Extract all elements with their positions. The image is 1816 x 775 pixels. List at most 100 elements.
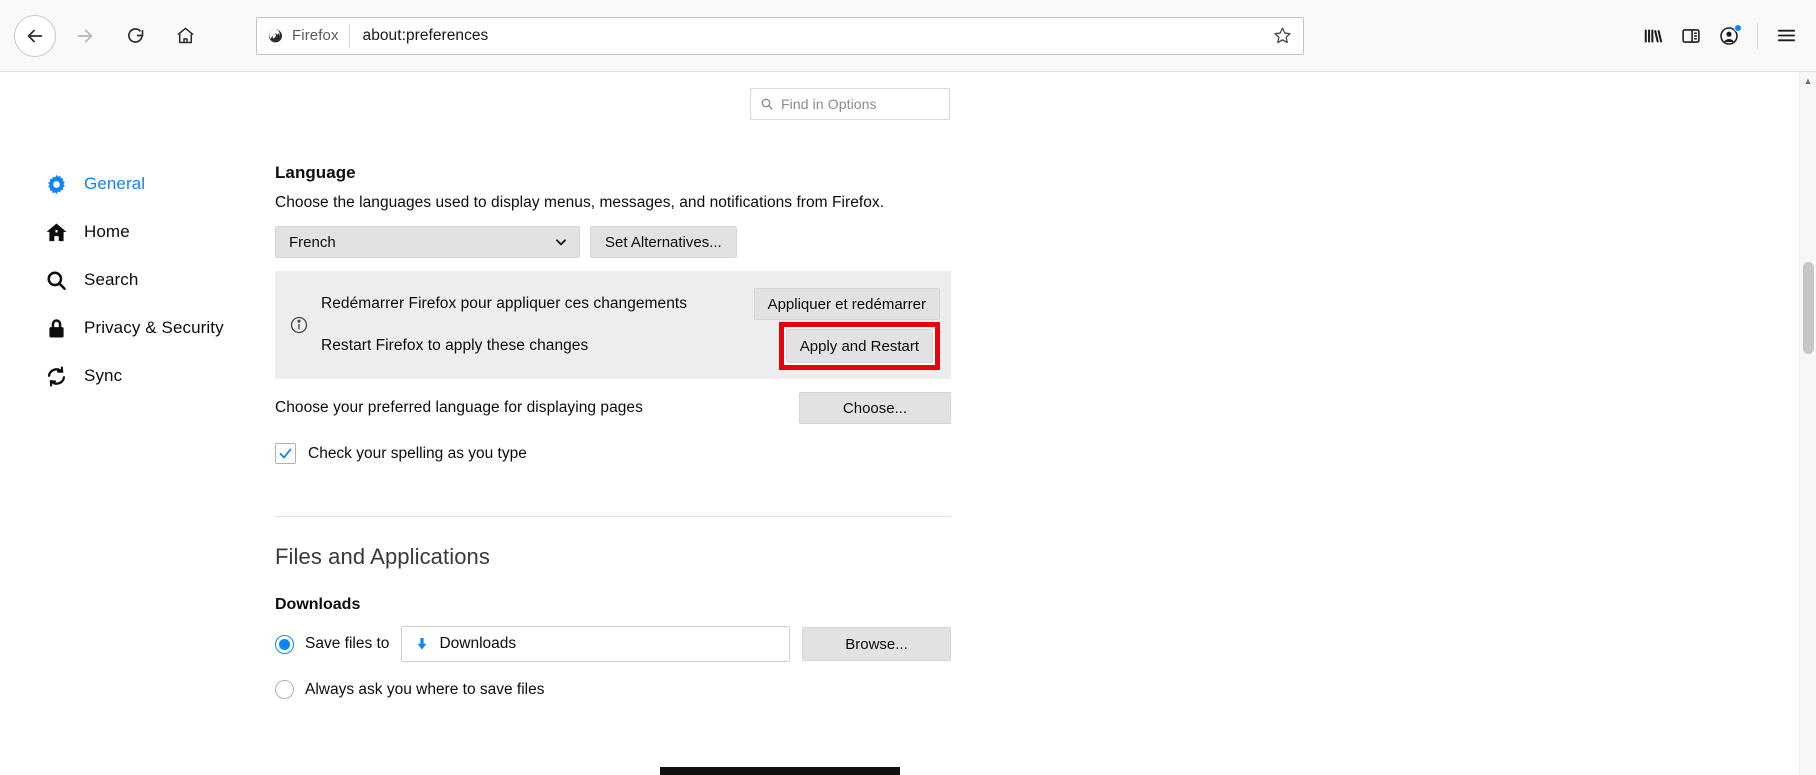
search-placeholder: Find in Options [781, 96, 877, 112]
always-ask-label: Always ask you where to save files [305, 680, 545, 698]
restart-notice-line-en: Restart Firefox to apply these changes A… [321, 322, 940, 370]
preferences-content: Find in Options Language Choose the lang… [275, 72, 1816, 775]
section-divider [275, 516, 951, 517]
download-path-text: Downloads [439, 635, 517, 652]
restart-message-fr: Redémarrer Firefox pour appliquer ces ch… [321, 295, 688, 312]
language-select-value: French [289, 233, 336, 251]
navigation-buttons [14, 14, 206, 57]
info-glyph [290, 316, 308, 334]
hamburger-menu-icon [1777, 29, 1795, 42]
bottom-edge-bar [660, 767, 900, 775]
magnifier-glyph [46, 270, 66, 290]
checkmark-icon [279, 448, 292, 459]
app-menu-button[interactable] [1768, 18, 1804, 54]
home-button[interactable] [164, 15, 206, 57]
download-arrow-icon [418, 638, 427, 650]
account-notification-badge [1734, 23, 1742, 32]
home-icon [176, 27, 194, 44]
lock-glyph [48, 318, 64, 338]
back-button[interactable] [14, 14, 56, 57]
identity-box[interactable]: Firefox [267, 23, 350, 48]
forward-button[interactable] [64, 15, 106, 57]
restart-notice-lines: Redémarrer Firefox pour appliquer ces ch… [321, 283, 940, 370]
info-icon [289, 315, 309, 335]
spellcheck-row[interactable]: Check your spelling as you type [275, 443, 951, 464]
reload-icon [127, 28, 143, 43]
forward-arrow-icon [77, 29, 93, 42]
gear-glyph [47, 174, 65, 194]
restart-notice-bar: Redémarrer Firefox pour appliquer ces ch… [275, 271, 951, 379]
page-scrollbar[interactable]: ▲ [1799, 72, 1816, 775]
save-files-label: Save files to [305, 635, 390, 652]
sidebar-item-search[interactable]: Search [0, 256, 275, 304]
search-input[interactable]: Find in Options [750, 88, 950, 120]
language-controls-row: French Set Alternatives... [275, 226, 951, 258]
toolbar-separator [1757, 22, 1758, 49]
apply-and-restart-highlight: Apply and Restart [778, 322, 940, 370]
files-and-applications-heading: Files and Applications [275, 544, 490, 569]
sidebar-item-sync[interactable]: Sync [0, 352, 275, 400]
search-icon [761, 98, 773, 110]
sidebar-item-general[interactable]: General [0, 160, 275, 208]
address-bar[interactable]: Firefox about:preferences [256, 16, 1304, 55]
scroll-up-arrow[interactable]: ▲ [1800, 72, 1816, 89]
language-pane: Language Choose the languages used to di… [275, 163, 951, 699]
sidebar-item-privacy-security[interactable]: Privacy & Security [0, 304, 275, 352]
save-files-radio[interactable] [275, 634, 294, 654]
home-glyph [46, 222, 66, 241]
download-path-field[interactable]: Downloads [401, 626, 791, 662]
language-select[interactable]: French [275, 226, 580, 258]
language-description: Choose the languages used to display men… [275, 194, 885, 211]
firefox-logo-icon [268, 29, 283, 43]
spellcheck-label: Check your spelling as you type [308, 444, 527, 462]
sidebar-icon [1682, 28, 1700, 43]
scrollbar-thumb[interactable] [1803, 262, 1814, 354]
library-button[interactable] [1635, 18, 1671, 54]
browser-toolbar: Firefox about:preferences [0, 0, 1816, 72]
always-ask-radio[interactable] [275, 680, 294, 699]
back-arrow-icon [27, 29, 43, 42]
lock-icon [44, 316, 68, 340]
apply-and-restart-label-fr: Appliquer et redémarrer [767, 295, 926, 313]
preferred-language-row: Choose your preferred language for displ… [275, 392, 951, 424]
browse-label: Browse... [845, 635, 908, 653]
restart-notice-line-fr: Redémarrer Firefox pour appliquer ces ch… [321, 283, 940, 325]
library-icon [1644, 29, 1663, 42]
sidebar-toggle-button[interactable] [1673, 18, 1709, 54]
address-bar-container: Firefox about:preferences [256, 16, 1304, 55]
radio-dot [279, 638, 290, 650]
account-button[interactable] [1711, 18, 1747, 54]
star-icon [1273, 27, 1291, 44]
url-text[interactable]: about:preferences [350, 27, 1269, 45]
reload-button[interactable] [114, 15, 156, 57]
chevron-down-icon [556, 239, 566, 246]
bookmark-star-icon[interactable] [1269, 23, 1295, 49]
find-in-options-row: Find in Options [275, 88, 1816, 120]
set-alternatives-button[interactable]: Set Alternatives... [590, 226, 737, 258]
sidebar-item-label: Sync [84, 366, 123, 385]
preferred-language-label: Choose your preferred language for displ… [275, 399, 643, 416]
identity-label: Firefox [292, 27, 339, 44]
sidebar-item-label: General [84, 174, 146, 193]
apply-and-restart-button[interactable]: Apply and Restart [785, 329, 933, 363]
sync-glyph [47, 365, 65, 387]
gear-icon [44, 172, 68, 196]
spellcheck-checkbox[interactable] [275, 443, 296, 464]
sidebar-item-home[interactable]: Home [0, 208, 275, 256]
choose-language-button[interactable]: Choose... [799, 392, 951, 424]
apply-and-restart-label: Apply and Restart [799, 337, 919, 355]
home-icon [44, 220, 68, 244]
sidebar-item-label: Search [84, 270, 139, 289]
preferences-sidebar: General Home Search Privacy & Security S… [0, 72, 275, 775]
restart-message-en: Restart Firefox to apply these changes [321, 337, 589, 354]
choose-button-label: Choose... [842, 399, 908, 417]
always-ask-row: Always ask you where to save files [275, 680, 951, 699]
apply-and-restart-button-fr[interactable]: Appliquer et redémarrer [753, 288, 940, 320]
sidebar-item-label: Home [84, 222, 130, 241]
preferences-page: General Home Search Privacy & Security S… [0, 72, 1816, 775]
language-heading: Language [275, 163, 356, 182]
browse-button[interactable]: Browse... [802, 627, 951, 661]
sidebar-item-label: Privacy & Security [84, 318, 224, 337]
sync-icon [44, 364, 68, 388]
toolbar-right-icons [1635, 18, 1804, 54]
